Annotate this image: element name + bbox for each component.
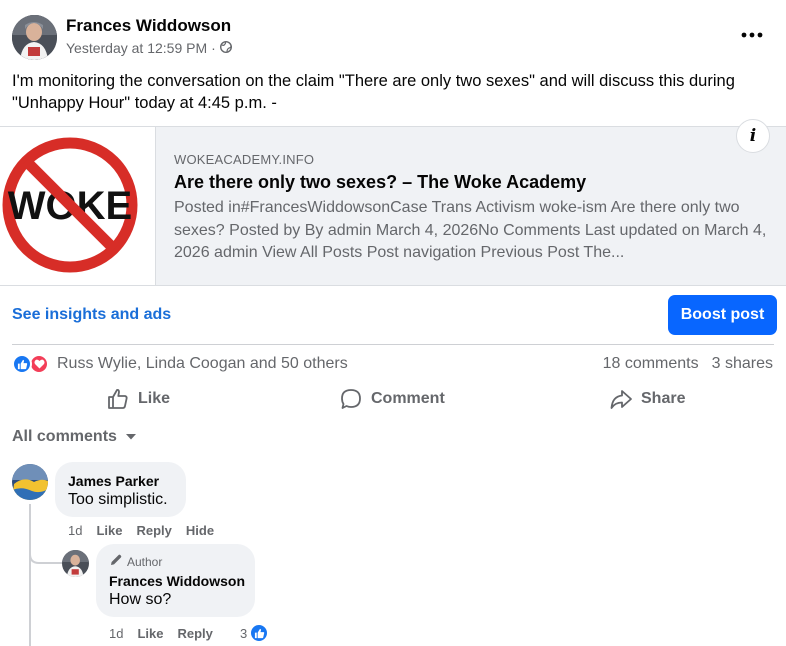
like-reaction-icon — [12, 354, 32, 374]
reply-reaction-count: 3 — [240, 625, 248, 641]
comment-button[interactable]: Comment — [339, 386, 445, 412]
comment-actions: 1d Like Reply Hide — [68, 523, 214, 538]
meta-separator: · — [211, 40, 216, 56]
love-reaction-icon — [29, 354, 49, 374]
link-preview-card[interactable]: WOKE WOKEACADEMY.INFO Are there only two… — [0, 119, 786, 286]
comment-like-button[interactable]: Like — [96, 523, 122, 538]
reply-actions: 1d Like Reply — [109, 626, 213, 641]
thumbs-up-icon — [106, 387, 130, 411]
pencil-icon — [109, 553, 123, 570]
post-text: I'm monitoring the conversation on the c… — [12, 72, 735, 112]
author-avatar[interactable] — [12, 15, 57, 60]
caret-down-icon — [125, 428, 137, 446]
like-reaction-icon — [249, 623, 270, 643]
link-description: Posted in#FrancesWiddowsonCase Trans Act… — [174, 199, 767, 261]
comment-time[interactable]: 1d — [68, 523, 82, 538]
reply-like-button[interactable]: Like — [137, 626, 163, 641]
comments-filter-label: All comments — [12, 428, 117, 445]
author-badge-label: Author — [127, 554, 163, 569]
comment-text: Too simplistic. — [68, 491, 168, 508]
reply-reactions[interactable]: 3 — [240, 623, 270, 643]
comments-count[interactable]: 18 comments — [603, 355, 699, 373]
boost-post-button[interactable]: Boost post — [668, 295, 777, 335]
reactions-summary[interactable]: Russ Wylie, Linda Coogan and 50 others — [12, 354, 348, 374]
comment-hide-button[interactable]: Hide — [186, 523, 214, 538]
share-icon — [609, 387, 633, 411]
more-options-icon[interactable] — [736, 22, 768, 48]
link-domain: WOKEACADEMY.INFO — [174, 152, 315, 167]
reply-text: How so? — [109, 591, 172, 608]
globe-icon[interactable] — [219, 40, 232, 56]
like-label: Like — [138, 390, 171, 407]
share-button[interactable]: Share — [609, 386, 685, 412]
comments-filter-dropdown[interactable]: All comments — [12, 428, 137, 446]
author-badge: Author — [109, 553, 162, 570]
reply-connector — [29, 540, 63, 564]
engagement-counts: 18 comments 3 shares — [603, 355, 773, 373]
post-author-name[interactable]: Frances Widdowson — [66, 16, 231, 36]
divider — [12, 344, 774, 345]
reply-time[interactable]: 1d — [109, 626, 123, 641]
reply-author[interactable]: Frances Widdowson — [109, 573, 245, 589]
share-label: Share — [641, 390, 686, 407]
see-insights-link[interactable]: See insights and ads — [12, 306, 171, 324]
commenter-avatar[interactable] — [12, 464, 48, 500]
reactors-text[interactable]: Russ Wylie, Linda Coogan and 50 others — [57, 355, 348, 373]
shares-count[interactable]: 3 shares — [712, 355, 773, 373]
link-title[interactable]: Are there only two sexes? – The Woke Aca… — [174, 172, 586, 193]
comment-author[interactable]: James Parker — [68, 473, 159, 489]
reply-reply-button[interactable]: Reply — [177, 626, 212, 641]
comment-reply-button[interactable]: Reply — [136, 523, 171, 538]
comment-bubble: James Parker Too simplistic. — [55, 462, 186, 517]
comment-icon — [339, 387, 363, 411]
reply-author-avatar[interactable] — [62, 550, 89, 577]
post-meta: Yesterday at 12:59 PM · — [66, 40, 232, 56]
like-button[interactable]: Like — [106, 386, 170, 412]
post-timestamp[interactable]: Yesterday at 12:59 PM — [66, 40, 207, 56]
link-preview-image[interactable]: WOKE — [0, 127, 156, 285]
comment-label: Comment — [371, 390, 445, 407]
info-icon[interactable]: i — [736, 119, 770, 153]
thread-line — [29, 504, 31, 646]
reply-bubble: Author Frances Widdowson How so? — [96, 544, 255, 617]
